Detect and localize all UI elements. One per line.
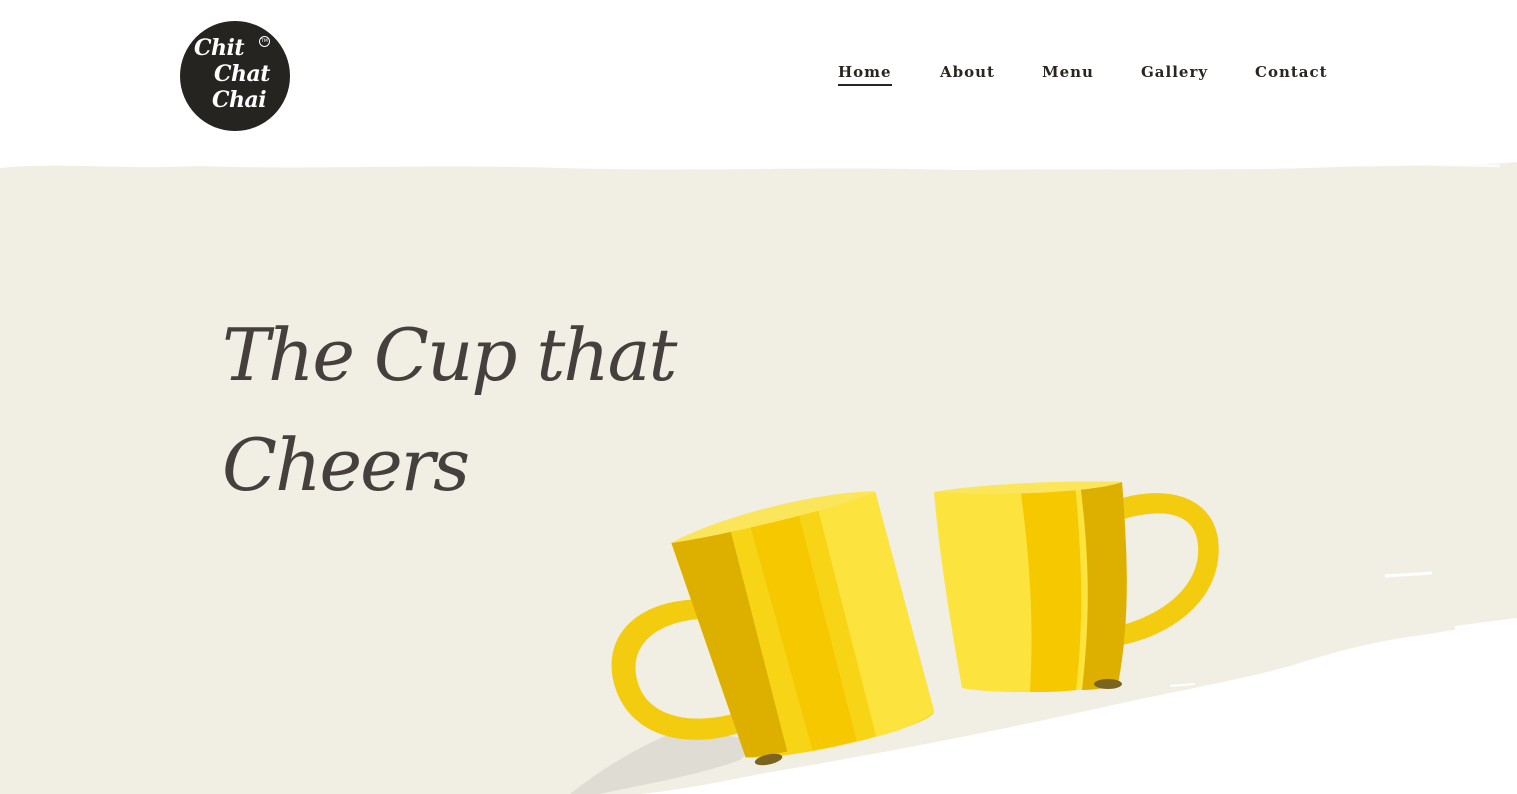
left-mug (611, 491, 935, 766)
right-mug (934, 481, 1219, 693)
right-mug-handle (1115, 493, 1219, 645)
mug-shadow (570, 730, 760, 794)
right-mug-foot (1094, 679, 1122, 689)
page: Chit Chat Chai TM Home About Menu Galler… (0, 0, 1517, 794)
two-yellow-mugs-icon (570, 481, 1219, 794)
